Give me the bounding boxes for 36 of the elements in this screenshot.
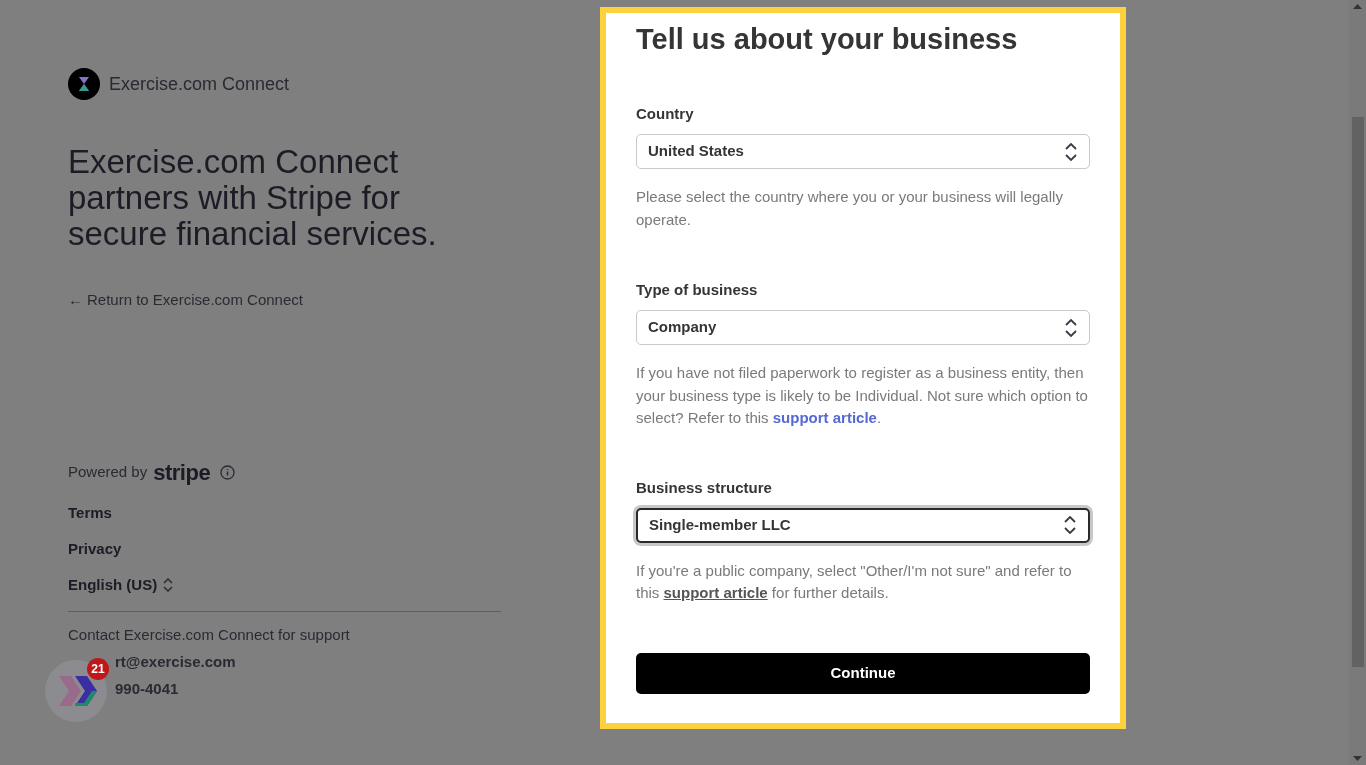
brand-name: Exercise.com Connect xyxy=(109,72,290,96)
powered-by-label: Powered by xyxy=(68,462,148,483)
scroll-down-icon[interactable] xyxy=(1353,756,1362,761)
select-field[interactable]: Single-member LLC xyxy=(636,507,1090,543)
help-text: If you have not filed paperwork to register as a business entity, then your business type is likely to be Individual. Not sure which option to select? Refer to this support article. xyxy=(636,363,1089,428)
chat-widget-icon[interactable] xyxy=(45,660,107,722)
form-title: Tell us about your business xyxy=(636,22,1019,57)
email-link[interactable]: rt@exercise.com xyxy=(115,651,236,674)
support-link[interactable]: support article xyxy=(663,584,768,601)
footer-link[interactable]: Privacy xyxy=(68,538,122,559)
chevron-up-down-icon xyxy=(1064,516,1076,534)
footer-link[interactable]: Terms xyxy=(68,502,112,523)
contact-text: Contact Exercise.com Connect for support xyxy=(68,624,350,645)
chevron-up-down-icon xyxy=(1065,318,1077,337)
logo-icon xyxy=(68,68,100,100)
headline: Exercise.com Connect partners with Stripe for secure financial services. xyxy=(68,144,438,252)
scroll-up-icon[interactable] xyxy=(1353,4,1362,9)
scrollbar[interactable] xyxy=(1349,0,1366,765)
select-field[interactable]: Company xyxy=(636,310,1090,345)
stripe-logo: stripe xyxy=(153,460,211,485)
return-link[interactable]: ← Return to Exercise.com Connect xyxy=(68,289,303,312)
chevron-up-down-icon xyxy=(1065,142,1077,161)
help-text: Please select the country where you or your business will legally operate. xyxy=(636,187,1064,230)
field-label: Type of business xyxy=(636,280,759,300)
scrollbar-thumb[interactable] xyxy=(1352,117,1364,667)
continue-button[interactable]: Continue xyxy=(636,652,1090,694)
info-icon[interactable] xyxy=(220,465,236,480)
field-label: Business structure xyxy=(636,477,773,498)
chevron-up-down-icon xyxy=(163,577,174,592)
phone-link[interactable]: 990-4041 xyxy=(115,677,179,700)
support-link[interactable]: support article xyxy=(772,409,877,426)
notification-badge: 21 xyxy=(87,658,109,680)
language-selector[interactable]: English (US) xyxy=(68,574,174,595)
field-label: Country xyxy=(636,104,695,124)
select-field[interactable]: United States xyxy=(636,134,1090,169)
help-text: If you're a public company, select "Other/I'm not sure" and refer to this support article for further details. xyxy=(636,560,1073,603)
